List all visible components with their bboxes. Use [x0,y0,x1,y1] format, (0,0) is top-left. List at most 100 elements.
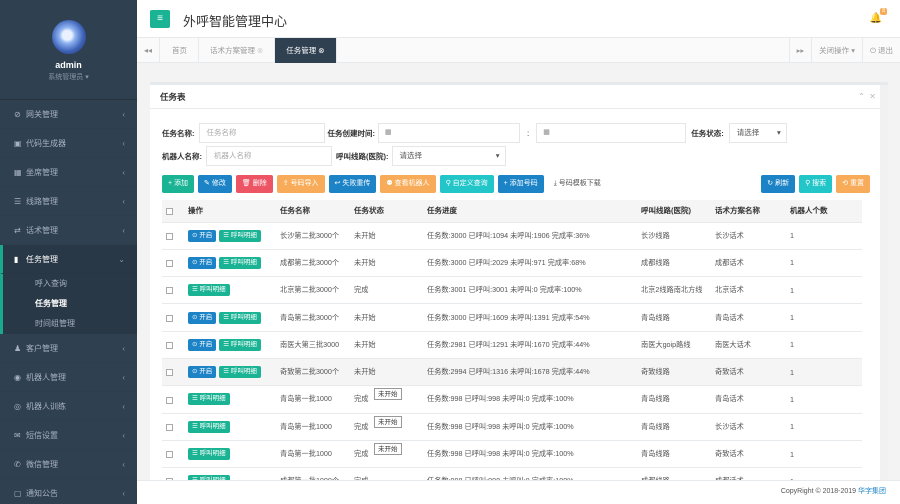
collapse-icon[interactable]: ⌃ [858,92,865,101]
table-row[interactable]: ☰ 呼叫明细 北京第二批3000个 完成 任务数:3001 已呼叫:3001 未呼叫:… [162,276,862,305]
task-name-cell: 青岛第一批1000 [276,385,350,414]
brand-link[interactable]: 华字集团 [858,488,886,495]
tab[interactable]: 话术方案管理 ⊗ [199,38,276,63]
sidebar-item[interactable]: ⊘ 网关管理 ‹ [0,100,137,129]
row-select-cell[interactable] [162,276,184,305]
sidebar-item[interactable]: ▦ 坐席管理 ‹ [0,158,137,187]
table-row[interactable]: ⊙ 开启 ☰ 呼叫明细 青岛第二批3000个 未开始 任务数:3000 已呼叫:1609… [162,303,862,332]
sidebar-item[interactable]: ✉ 短信设置 ‹ [0,421,137,450]
table-row[interactable]: ☰ 呼叫明细 青岛第一批1000 完成 未开始 任务数:998 已呼叫:998 未呼叫:… [162,413,862,441]
row-select-cell[interactable] [162,358,184,387]
start-button[interactable]: ⊙ 开启 [188,256,217,269]
row-checkbox[interactable] [166,451,173,459]
add-number-button[interactable]: + 添加号码 [497,175,544,193]
table-row[interactable]: ⊙ 开启 ☰ 呼叫明细 长沙第二批3000个 未开始 任务数:3000 已呼叫:1094… [162,222,862,250]
start-button[interactable]: ⊙ 开启 [188,229,217,242]
sidebar-item[interactable]: ◎ 机器人训练 ‹ [0,392,137,421]
tab[interactable]: 任务管理 ⊗ [275,38,337,63]
delete-button[interactable]: 🗑 删除 [235,175,273,193]
table-row[interactable]: ☰ 呼叫明细 青岛第一批1000 完成 未开始 任务数:998 已呼叫:998 未呼叫:… [162,440,862,469]
row-select-cell[interactable] [162,331,184,359]
column-header[interactable] [162,200,184,223]
close-tab-icon[interactable]: ⊗ [318,46,324,55]
task-status-cell: 完成 未开始 [350,385,423,414]
search-button[interactable]: ⚲ 搜索 [799,175,833,193]
close-icon[interactable]: ✕ [869,92,876,101]
call-detail-button[interactable]: ☰ 呼叫明细 [219,338,261,351]
row-select-cell[interactable] [162,440,184,469]
sidebar-item[interactable]: ▣ 代码生成器 ‹ [0,129,137,158]
tab-scroll-left-icon[interactable]: ◂◂ [137,38,160,63]
start-button[interactable]: ⊙ 开启 [188,366,217,379]
row-select-cell[interactable] [162,303,184,332]
row-checkbox[interactable] [166,287,173,295]
bell-icon[interactable]: 🔔 8 [870,8,887,24]
sidebar-item[interactable]: ▮ 任务管理 ⌄ [0,245,137,274]
sidebar-item-label: 机器人管理 [26,373,66,382]
row-select-cell[interactable] [162,222,184,250]
call-detail-button[interactable]: ☰ 呼叫明细 [188,420,230,433]
line-select[interactable]: 请选择 [391,146,506,166]
row-checkbox[interactable] [166,341,173,349]
row-select-cell[interactable] [162,385,184,414]
row-select-cell[interactable] [162,413,184,441]
row-checkbox[interactable] [166,423,173,431]
sidebar-item[interactable]: ◉ 机器人管理 ‹ [0,363,137,392]
start-button[interactable]: ⊙ 开启 [188,338,217,351]
table-row[interactable]: ⊙ 开启 ☰ 呼叫明细 奇致第二批3000个 未开始 任务数:2994 已呼叫:1316… [162,358,862,387]
robot-count-cell: 1 [786,331,862,359]
add-button[interactable]: + 添加 [162,175,195,193]
download-template-button[interactable]: ⤓ 号码模板下载 [548,175,607,193]
call-detail-button[interactable]: ☰ 呼叫明细 [188,393,230,406]
user-name: admin [55,60,82,70]
sidebar-item[interactable]: ♟ 客户管理 ‹ [0,334,137,363]
close-tab-icon[interactable]: ⊗ [257,46,263,55]
created-time-end-input[interactable]: ▦ [536,123,687,143]
start-button[interactable]: ⊙ 开启 [188,311,217,324]
custom-query-button[interactable]: ⚲ 自定义查询 [439,175,494,193]
call-detail-button[interactable]: ☰ 呼叫明细 [219,256,261,269]
row-checkbox[interactable] [166,396,173,404]
status-select[interactable]: 请选择 [728,123,787,143]
tab-scroll-right-icon[interactable]: ▸▸ [788,38,812,63]
row-checkbox[interactable] [166,260,173,268]
row-checkbox[interactable] [166,314,173,322]
call-detail-button[interactable]: ☰ 呼叫明细 [188,284,230,297]
robot-view-button[interactable]: ⚉ 查看机器人 [380,175,436,193]
sidebar-subitem[interactable]: 呼入查询 [3,274,137,294]
row-select-cell[interactable] [162,249,184,278]
table-row[interactable]: ⊙ 开启 ☰ 呼叫明细 成都第二批3000个 未开始 任务数:3000 已呼叫:2029… [162,249,862,278]
select-all-checkbox[interactable] [166,207,173,215]
column-header: 任务名称 [276,200,350,223]
import-button[interactable]: ⇪ 号码导入 [276,175,325,193]
sidebar-item[interactable]: ⇄ 话术管理 ‹ [0,216,137,245]
call-detail-button[interactable]: ☰ 呼叫明细 [219,366,261,379]
call-detail-button[interactable]: ☰ 呼叫明细 [188,448,230,461]
sidebar-item[interactable]: ✆ 微信管理 ‹ [0,450,137,479]
edit-button[interactable]: ✎ 修改 [198,175,232,193]
menu-toggle-button[interactable]: ≡ [150,10,170,28]
tab[interactable]: 首页 [161,38,199,63]
sidebar-subitem[interactable]: 任务管理 [3,294,137,314]
sidebar-subitem[interactable]: 时间组管理 [3,314,137,334]
table-row[interactable]: ☰ 呼叫明细 青岛第一批1000 完成 未开始 任务数:998 已呼叫:998 未呼叫:… [162,385,862,414]
task-name-input[interactable]: 任务名称 [198,123,325,143]
row-checkbox[interactable] [166,369,173,377]
robot-name-input[interactable]: 机器人名称 [206,146,332,166]
refresh-button[interactable]: ↻ 刷新 [761,175,796,193]
user-role-dropdown[interactable]: 系统管理员 ▾ [0,72,137,82]
row-checkbox[interactable] [166,232,173,240]
created-time-start-input[interactable]: ▦ [378,123,520,143]
sidebar-item[interactable]: ☰ 线路管理 ‹ [0,187,137,216]
call-detail-button[interactable]: ☰ 呼叫明细 [219,311,261,324]
sidebar-item[interactable]: ▢ 通知公告 ‹ [0,479,137,504]
call-detail-button[interactable]: ☰ 呼叫明细 [219,229,261,242]
logout-button[interactable]: ⏻ 退出 [861,38,900,63]
reset-button[interactable]: ⟲ 重置 [836,175,870,193]
fail-return-button[interactable]: ↩ 失败重传 [328,175,377,193]
table-row[interactable]: ⊙ 开启 ☰ 呼叫明细 南医大第三批3000 未开始 任务数:2981 已呼叫:1291… [162,331,862,359]
vertical-scrollbar[interactable] [880,85,888,502]
avatar[interactable] [51,20,86,54]
task-progress-cell: 任务数:2981 已呼叫:1291 未呼叫:1670 完成率:44% [423,331,637,359]
close-ops-dropdown[interactable]: 关闭操作 ▾ [811,38,862,63]
